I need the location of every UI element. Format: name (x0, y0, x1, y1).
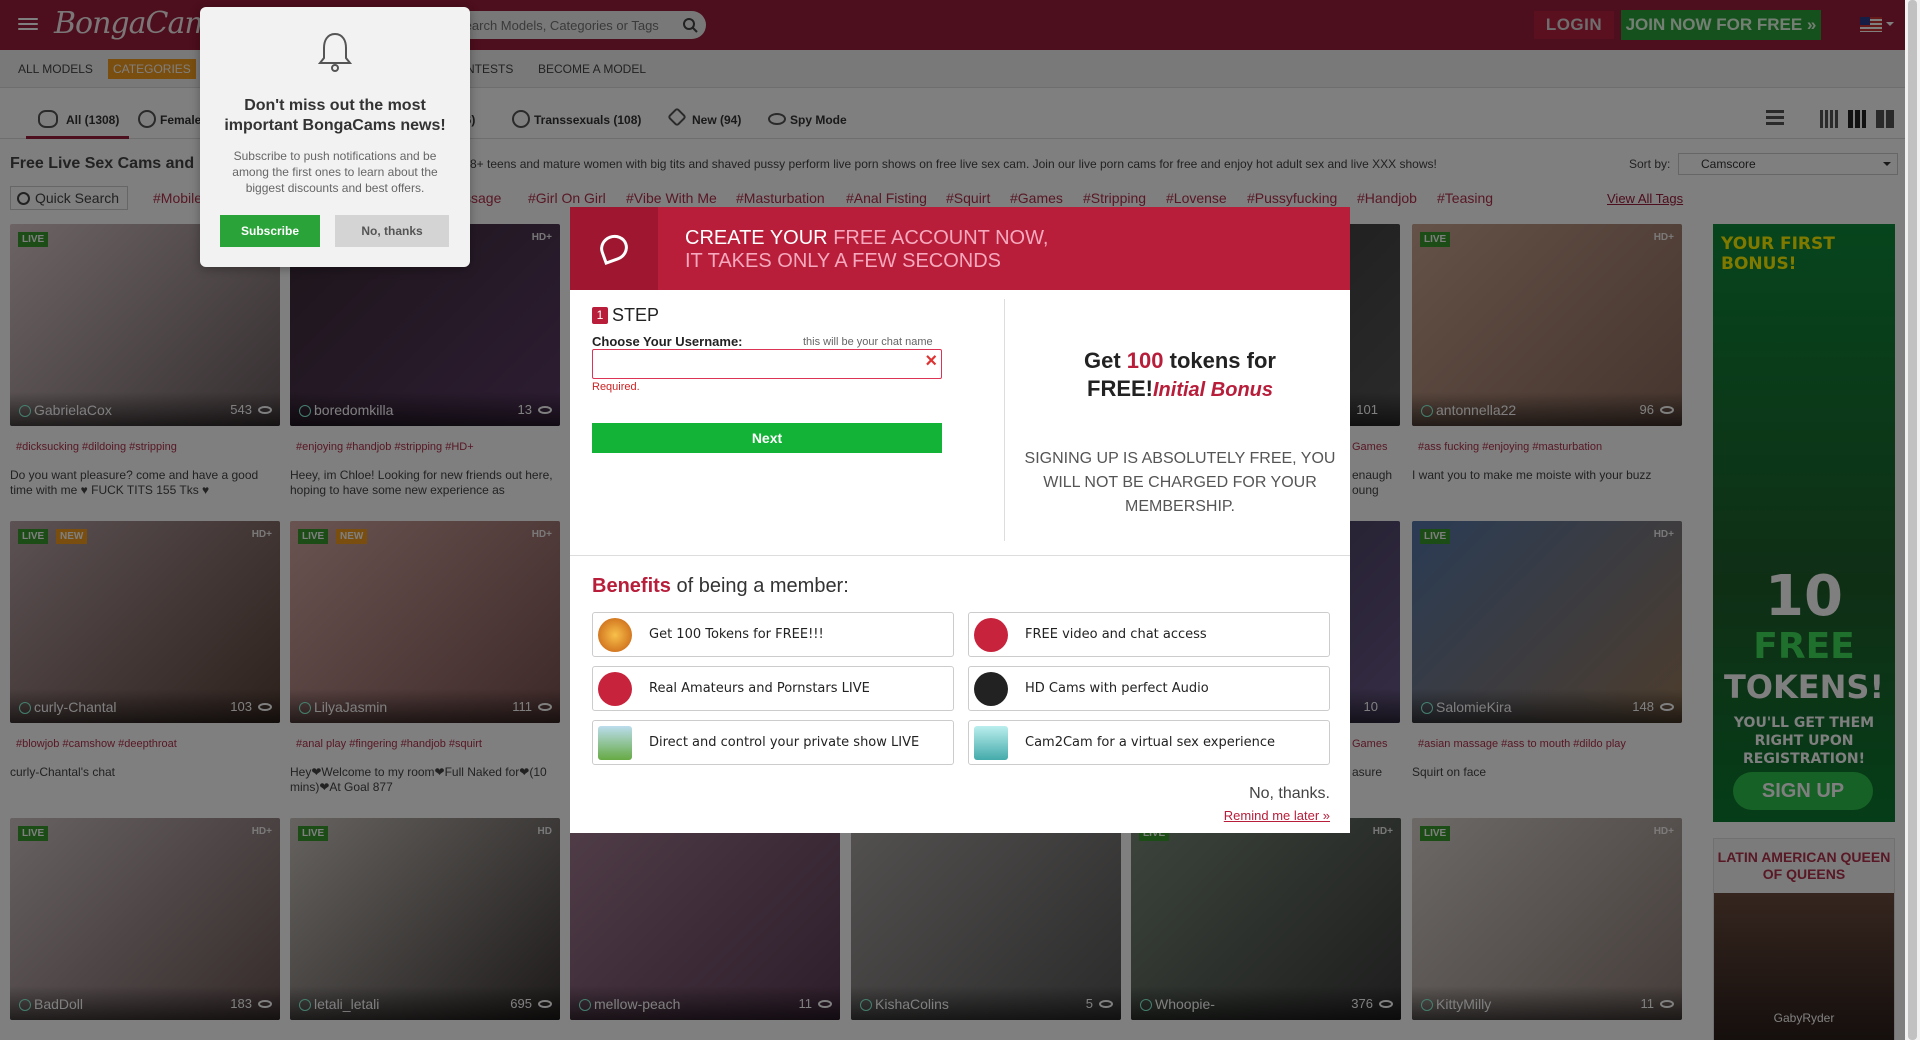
signup-modal: CREATE YOUR FREE ACCOUNT NOW, IT TAKES ON… (570, 207, 1350, 833)
modal-header: CREATE YOUR FREE ACCOUNT NOW, IT TAKES ON… (570, 207, 1350, 290)
live-icon (598, 672, 632, 706)
heading-subline: IT TAKES ONLY A FEW SECONDS (685, 250, 1002, 272)
benefit-item: Cam2Cam for a virtual sex experience (968, 720, 1330, 765)
step-indicator: 1 STEP (592, 305, 659, 326)
modal-heading: CREATE YOUR FREE ACCOUNT NOW, IT TAKES ON… (685, 227, 1048, 273)
offer-amount: 100 (1126, 348, 1164, 373)
key-icon (974, 618, 1008, 652)
benefit-item: Direct and control your private show LIV… (592, 720, 954, 765)
token-offer: Get 100 tokens for FREE!Initial Bonus (1020, 347, 1340, 404)
benefit-label: Direct and control your private show LIV… (649, 735, 920, 750)
required-error: Required. (592, 381, 640, 393)
username-input[interactable] (592, 349, 942, 379)
divider (570, 555, 1350, 556)
heading-highlight: FREE ACCOUNT NOW, (833, 227, 1049, 249)
offer-text: tokens for (1163, 348, 1276, 373)
username-hint: this will be your chat name (803, 336, 933, 348)
username-label: Choose Your Username: (592, 334, 743, 349)
push-title: Don't miss out the most important BongaC… (224, 97, 446, 134)
offer-text: Get (1084, 348, 1127, 373)
benefits-rest: of being a member: (670, 575, 849, 597)
no-thanks-button[interactable]: No, thanks (335, 215, 449, 247)
benefit-item: HD Cams with perfect Audio (968, 666, 1330, 711)
benefits-word: Benefits (592, 575, 671, 597)
benefits-heading: Benefits of being a member: (592, 575, 849, 598)
benefit-item: Real Amateurs and Pornstars LIVE (592, 666, 954, 711)
heading-text: CREATE YOUR (685, 227, 834, 249)
subscribe-button[interactable]: Subscribe (220, 215, 320, 247)
step-label: STEP (612, 305, 660, 325)
hd-icon (974, 672, 1008, 706)
benefit-label: FREE video and chat access (1025, 627, 1207, 642)
page-scrollbar[interactable] (1905, 0, 1920, 1040)
step-number: 1 (592, 307, 608, 324)
push-notification-popup: Don't miss out the most important BongaC… (200, 7, 470, 267)
remind-later-link[interactable]: Remind me later » (1224, 808, 1330, 823)
next-button[interactable]: Next (592, 423, 942, 453)
free-notice: SIGNING UP IS ABSOLUTELY FREE, YOU WILL … (1024, 450, 1336, 515)
coin-icon (598, 618, 632, 652)
benefit-label: HD Cams with perfect Audio (1025, 681, 1209, 696)
webcam-icon (974, 726, 1008, 760)
benefit-label: Get 100 Tokens for FREE!!! (649, 627, 824, 642)
benefit-label: Real Amateurs and Pornstars LIVE (649, 681, 870, 696)
no-thanks-link[interactable]: No, thanks. (1249, 785, 1330, 803)
joystick-icon (598, 726, 632, 760)
bell-icon (317, 32, 353, 72)
push-description: Subscribe to push notifications and be a… (232, 149, 438, 195)
divider (1004, 299, 1005, 541)
offer-text: FREE! (1087, 376, 1153, 401)
benefit-label: Cam2Cam for a virtual sex experience (1025, 735, 1276, 750)
offer-bonus: Initial Bonus (1153, 379, 1273, 401)
bonga-logo-icon (570, 207, 658, 290)
benefit-item: FREE video and chat access (968, 612, 1330, 657)
benefit-item: Get 100 Tokens for FREE!!! (592, 612, 954, 657)
